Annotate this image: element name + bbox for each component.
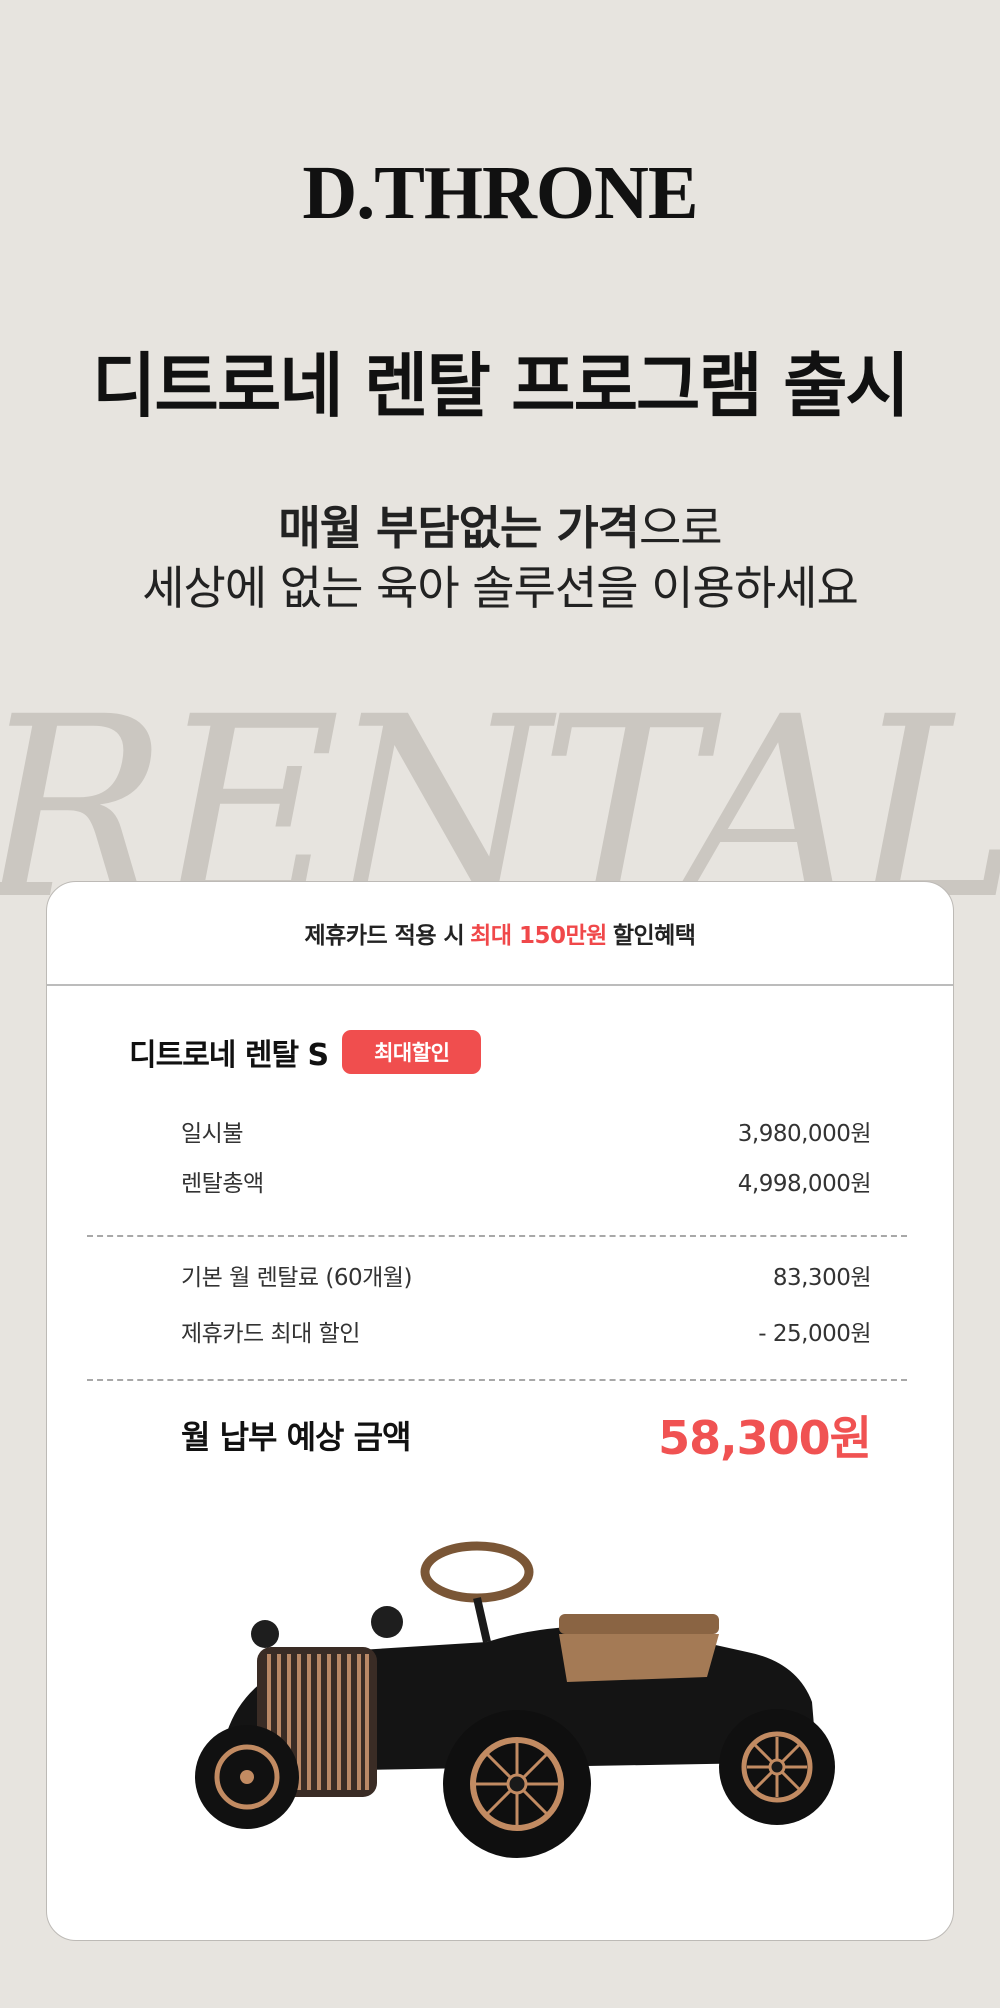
plan-header: 디트로네 렌탈 S 최대할인 xyxy=(129,1030,482,1074)
banner-suffix: 할인혜택 xyxy=(612,923,696,949)
subheadline-line2: 세상에 없는 육아 솔루션을 이용하세요 xyxy=(142,561,859,615)
price-row-value: - 25,000원 xyxy=(758,1321,871,1347)
plan-name: 디트로네 렌탈 S xyxy=(129,1038,329,1073)
rental-script-decoration: RENTAL xyxy=(0,660,1000,910)
price-row: 기본 월 렌탈료 (60개월) 83,300원 xyxy=(181,1258,872,1292)
page-title: 디트로네 렌탈 프로그램 출시 xyxy=(92,345,910,427)
monthly-total-value: 58,300원 xyxy=(658,1411,872,1465)
rental-script-text: RENTAL xyxy=(0,663,1000,910)
banner-highlight: 최대 150만원 xyxy=(470,923,607,949)
brand-logo: D.THRONE xyxy=(302,151,698,235)
subheadline-line1: 매월 부담없는 가격으로 xyxy=(0,498,1000,558)
price-row: 제휴카드 최대 할인 - 25,000원 xyxy=(181,1314,871,1348)
price-row-value: 3,980,000원 xyxy=(737,1121,872,1147)
price-row-label: 렌탈총액 xyxy=(181,1171,264,1197)
price-row-label: 제휴카드 최대 할인 xyxy=(181,1321,360,1347)
banner-prefix: 제휴카드 적용 시 xyxy=(304,923,465,949)
price-row-value: 4,998,000원 xyxy=(737,1171,872,1197)
monthly-total-row: 월 납부 예상 금액 58,300원 xyxy=(181,1402,872,1468)
subheadline: 매월 부담없는 가격으로 세상에 없는 육아 솔루션을 이용하세요 xyxy=(0,498,1000,618)
dashed-divider xyxy=(87,1379,907,1381)
dashed-divider xyxy=(87,1235,907,1237)
rental-card: 제휴카드 적용 시 최대 150만원 할인혜택 디트로네 렌탈 S 최대할인 일… xyxy=(46,881,954,1941)
price-row-value: 83,300원 xyxy=(772,1265,872,1291)
product-image-ride-on-car xyxy=(187,1522,867,1882)
price-row: 일시불 3,980,000원 xyxy=(181,1114,872,1148)
card-banner: 제휴카드 적용 시 최대 150만원 할인혜택 xyxy=(47,882,953,986)
price-row-label: 기본 월 렌탈료 (60개월) xyxy=(181,1265,412,1291)
max-discount-badge: 최대할인 xyxy=(342,1030,482,1074)
price-row-label: 일시불 xyxy=(181,1121,243,1147)
monthly-total-label: 월 납부 예상 금액 xyxy=(181,1418,412,1456)
price-row: 렌탈총액 4,998,000원 xyxy=(181,1164,872,1198)
subheadline-bold: 매월 부담없는 가격 xyxy=(278,501,640,555)
subheadline-normal: 으로 xyxy=(638,501,723,555)
